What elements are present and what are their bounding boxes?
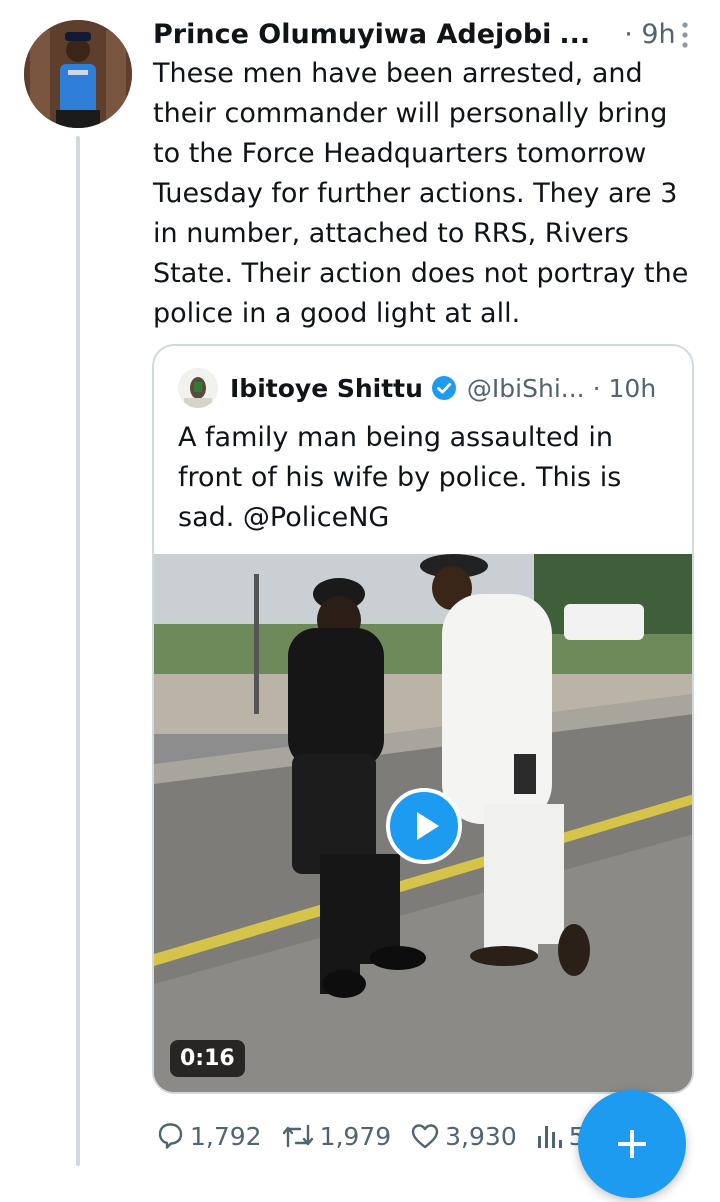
quote-author-name[interactable]: Ibitoye Shittu [230,374,423,403]
quote-header: Ibitoye Shittu @IbiShi... · 10h [178,366,656,410]
tweet-header: Prince Olumuyiwa Adejobi ... · 9h [153,14,693,54]
play-icon [417,812,439,840]
reply-count: 1,792 [190,1121,262,1151]
repost-button[interactable]: 1,979 [280,1120,392,1152]
views-icon [537,1126,562,1148]
reply-button[interactable]: 1,792 [154,1120,262,1152]
quote-time: · 10h [592,373,657,403]
name-truncation: ... [559,18,591,50]
reply-icon [158,1123,183,1149]
more-icon[interactable] [679,20,691,50]
repost-count: 1,979 [319,1121,392,1151]
author-name[interactable]: Prince Olumuyiwa Adejobi [153,19,551,50]
repost-icon [282,1124,313,1148]
tweet-time[interactable]: · 9h [624,19,675,50]
action-bar: 1,792 1,979 3,930 5 [154,1118,603,1154]
quoted-tweet-card[interactable]: Ibitoye Shittu @IbiShi... · 10h A family… [152,344,694,1094]
author-avatar[interactable] [24,20,132,128]
play-button[interactable] [386,788,462,864]
video-player[interactable]: 0:16 [154,554,692,1092]
like-icon [411,1124,439,1149]
like-button[interactable]: 3,930 [409,1120,517,1152]
quote-handle[interactable]: @IbiShi... [467,374,585,403]
plus-icon [618,1130,646,1158]
quote-avatar [178,368,218,408]
tweet-text: These men have been arrested, and their … [153,58,689,329]
verified-badge-icon [431,376,456,400]
compose-button[interactable] [578,1090,686,1198]
quote-text: A family man being assaulted in front of… [178,422,622,533]
thread-line [76,136,80,1166]
like-count: 3,930 [445,1121,517,1151]
video-duration: 0:16 [170,1040,245,1077]
